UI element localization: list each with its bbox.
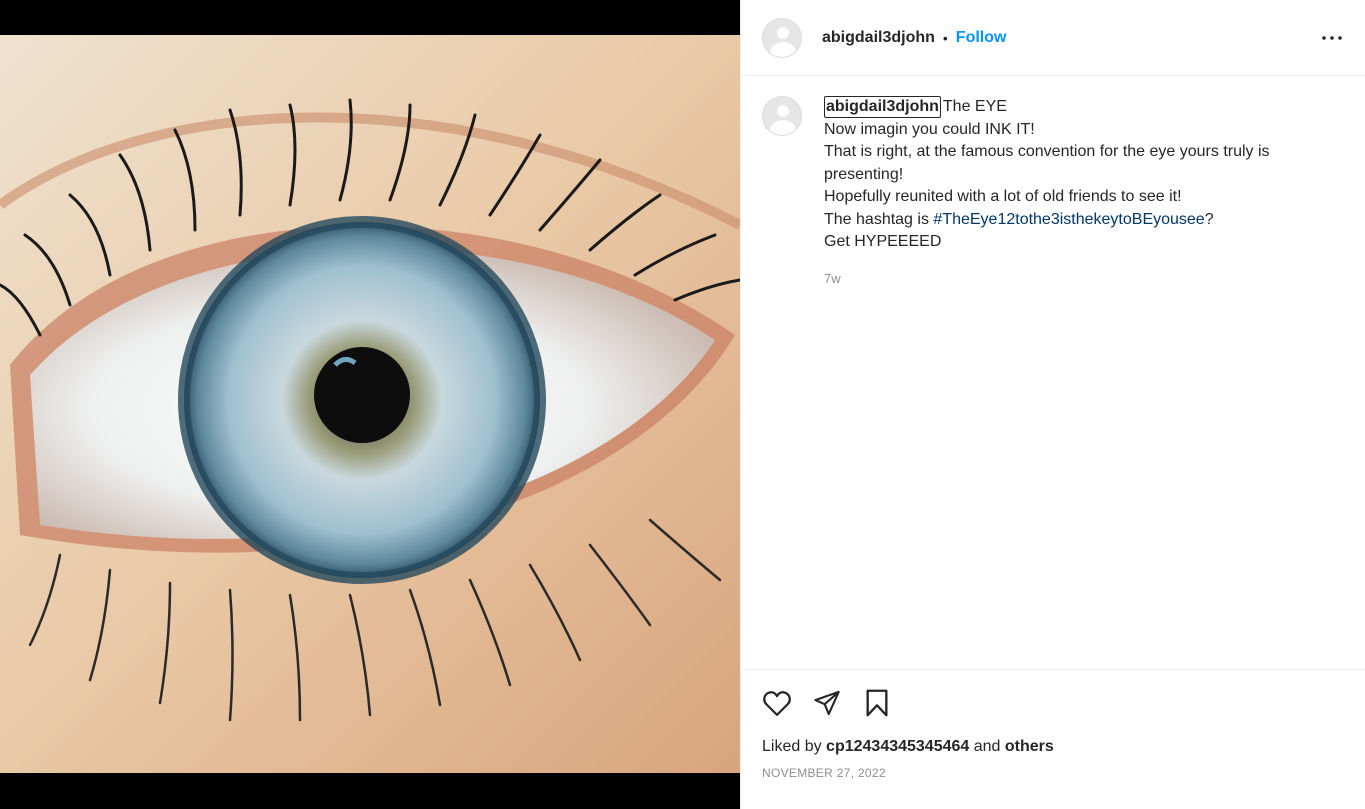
- post-sidebar: abigdail3djohn • Follow abigdail3djohn Th…: [740, 0, 1365, 809]
- likes-middle: and: [969, 738, 1005, 755]
- likes-others-link[interactable]: others: [1005, 738, 1054, 755]
- likes-summary: Liked by cp12434345345464 and others: [762, 738, 1344, 756]
- caption-line: That is right, at the famous convention …: [824, 143, 1270, 183]
- caption-author-avatar[interactable]: [762, 96, 802, 136]
- hashtag-link[interactable]: #TheEye12tothe3isthekeytoBEyousee: [933, 211, 1204, 228]
- likes-prefix: Liked by: [762, 738, 827, 755]
- caption-first-line: The EYE: [942, 98, 1007, 115]
- caption-author-username[interactable]: abigdail3djohn: [824, 96, 941, 118]
- caption-line: Hopefully reunited with a lot of old fri…: [824, 188, 1182, 205]
- caption: abigdail3djohn The EYE Now imagin you cou…: [741, 76, 1365, 290]
- post-image[interactable]: [0, 35, 740, 773]
- post-dialog: abigdail3djohn • Follow abigdail3djohn Th…: [0, 0, 1365, 809]
- liker-username[interactable]: cp12434345345464: [826, 738, 969, 755]
- post-date[interactable]: NOVEMBER 27, 2022: [762, 766, 1344, 780]
- author-avatar[interactable]: [762, 17, 802, 58]
- author-username[interactable]: abigdail3djohn: [822, 29, 935, 47]
- caption-hashtag-line: The hashtag is #TheEye12tothe3isthekeyto…: [824, 209, 1339, 232]
- paper-plane-icon[interactable]: [812, 688, 842, 718]
- hashtag-suffix: ?: [1204, 210, 1214, 228]
- caption-line: Now imagin you could INK IT!: [824, 120, 1035, 138]
- action-bar: [762, 670, 1344, 736]
- separator-dot: •: [942, 29, 948, 46]
- heart-icon[interactable]: [762, 688, 792, 718]
- post-footer: Liked by cp12434345345464 and others NOV…: [741, 669, 1365, 780]
- follow-button[interactable]: Follow: [956, 29, 1007, 47]
- caption-line: Get HYPEEEED: [824, 233, 942, 250]
- bookmark-icon[interactable]: [862, 688, 892, 718]
- post-header: abigdail3djohn • Follow: [741, 0, 1365, 76]
- more-options-icon[interactable]: [1320, 26, 1344, 50]
- caption-text: abigdail3djohn The EYE Now imagin you cou…: [824, 96, 1339, 290]
- caption-timestamp[interactable]: 7w: [824, 268, 1339, 291]
- hashtag-prefix: The hashtag is: [824, 210, 934, 228]
- media-pane: [0, 0, 740, 809]
